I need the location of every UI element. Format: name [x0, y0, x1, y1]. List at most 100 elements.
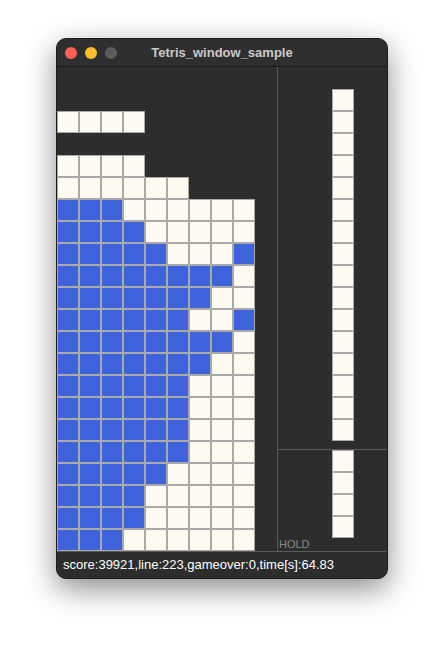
block-cell [211, 309, 233, 331]
close-button[interactable] [65, 47, 77, 59]
block-cell [211, 441, 233, 463]
block-cell [167, 309, 189, 331]
empty-cell [233, 111, 255, 133]
block-cell [101, 441, 123, 463]
block-cell [332, 375, 354, 397]
empty-cell [101, 89, 123, 111]
empty-cell [167, 111, 189, 133]
block-cell [101, 397, 123, 419]
block-cell [233, 331, 255, 353]
empty-cell [255, 287, 277, 309]
block-cell [211, 331, 233, 353]
empty-cell [255, 221, 277, 243]
block-cell [145, 309, 167, 331]
block-cell [167, 177, 189, 199]
board-row [57, 441, 277, 463]
block-cell [189, 419, 211, 441]
block-cell [79, 331, 101, 353]
empty-cell [189, 89, 211, 111]
block-cell [189, 331, 211, 353]
board-row [57, 485, 277, 507]
empty-cell [211, 89, 233, 111]
block-cell [189, 529, 211, 551]
block-cell [233, 309, 255, 331]
empty-cell [255, 265, 277, 287]
empty-cell [167, 155, 189, 177]
next-piece [332, 177, 387, 265]
window-title: Tetris_window_sample [151, 45, 292, 61]
block-cell [167, 353, 189, 375]
board-row [57, 155, 277, 177]
board-row [57, 177, 277, 199]
block-cell [145, 375, 167, 397]
board-row [57, 309, 277, 331]
next-queue [278, 67, 387, 450]
block-cell [167, 243, 189, 265]
empty-cell [57, 133, 79, 155]
block-cell [79, 177, 101, 199]
block-cell [167, 199, 189, 221]
block-cell [57, 155, 79, 177]
block-cell [189, 353, 211, 375]
block-cell [233, 419, 255, 441]
block-cell [332, 397, 354, 419]
block-cell [211, 243, 233, 265]
block-cell [123, 419, 145, 441]
block-cell [57, 221, 79, 243]
board-row [57, 353, 277, 375]
block-cell [211, 485, 233, 507]
block-cell [79, 507, 101, 529]
block-cell [167, 265, 189, 287]
block-cell [101, 419, 123, 441]
block-cell [211, 287, 233, 309]
status-bar: score:39921,line:223,gameover:0,time[s]:… [57, 551, 387, 578]
block-cell [57, 507, 79, 529]
board-row [57, 133, 277, 155]
block-cell [101, 353, 123, 375]
empty-cell [145, 67, 167, 89]
block-cell [233, 221, 255, 243]
block-cell [101, 221, 123, 243]
board-row [57, 287, 277, 309]
empty-cell [57, 67, 79, 89]
block-cell [145, 485, 167, 507]
block-cell [123, 353, 145, 375]
empty-cell [123, 67, 145, 89]
block-cell [233, 265, 255, 287]
empty-cell [255, 111, 277, 133]
block-cell [79, 221, 101, 243]
block-cell [233, 243, 255, 265]
block-cell [57, 419, 79, 441]
next-piece [332, 265, 387, 353]
block-cell [233, 199, 255, 221]
block-cell [189, 463, 211, 485]
empty-cell [255, 331, 277, 353]
block-cell [57, 309, 79, 331]
block-cell [79, 199, 101, 221]
minimize-button[interactable] [85, 47, 97, 59]
empty-cell [145, 89, 167, 111]
block-cell [233, 485, 255, 507]
block-cell [101, 507, 123, 529]
empty-cell [189, 67, 211, 89]
block-cell [332, 155, 354, 177]
page: Tetris_window_sampleHOLDscore:39921,line… [0, 0, 442, 651]
block-cell [79, 529, 101, 551]
board-row [57, 463, 277, 485]
empty-cell [167, 89, 189, 111]
block-cell [79, 287, 101, 309]
empty-cell [255, 155, 277, 177]
block-cell [332, 450, 354, 472]
block-cell [57, 353, 79, 375]
empty-cell [255, 397, 277, 419]
empty-cell [211, 155, 233, 177]
block-cell [211, 397, 233, 419]
block-cell [123, 265, 145, 287]
board-row [57, 199, 277, 221]
block-cell [123, 397, 145, 419]
board-row [57, 419, 277, 441]
empty-cell [255, 375, 277, 397]
empty-cell [189, 111, 211, 133]
block-cell [189, 397, 211, 419]
block-cell [233, 529, 255, 551]
